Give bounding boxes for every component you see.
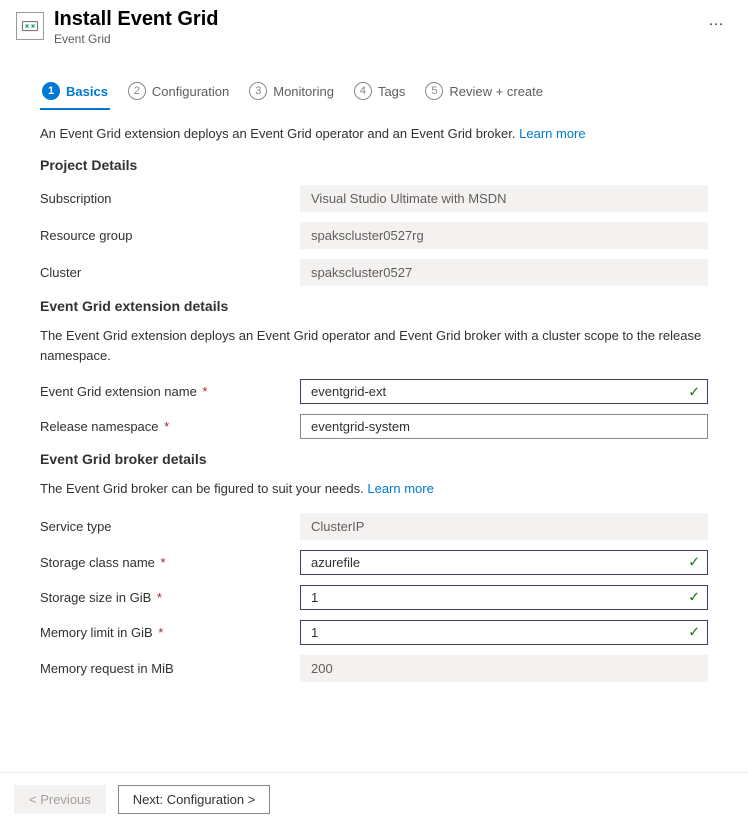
tab-tags[interactable]: 4 Tags	[352, 76, 407, 110]
broker-details-description: The Event Grid broker can be figured to …	[40, 479, 708, 499]
subscription-value: Visual Studio Ultimate with MSDN	[300, 185, 708, 212]
check-icon: ✓	[688, 589, 700, 606]
tab-label: Monitoring	[273, 84, 334, 99]
storage-class-row: Storage class name * ✓	[40, 550, 708, 575]
subscription-row: Subscription Visual Studio Ultimate with…	[40, 185, 708, 212]
memory-request-value: 200	[300, 655, 708, 682]
tab-monitoring[interactable]: 3 Monitoring	[247, 76, 336, 110]
project-details-heading: Project Details	[40, 157, 708, 173]
storage-class-label: Storage class name	[40, 555, 155, 570]
tab-basics[interactable]: 1 Basics	[40, 76, 110, 110]
page-subtitle: Event Grid	[54, 32, 690, 46]
release-namespace-input[interactable]	[300, 414, 708, 439]
storage-class-input[interactable]	[300, 550, 708, 575]
tab-label: Configuration	[152, 84, 229, 99]
step-number-icon: 1	[42, 82, 60, 100]
step-number-icon: 2	[128, 82, 146, 100]
subscription-label: Subscription	[40, 191, 300, 206]
page-title: Install Event Grid	[54, 8, 690, 31]
extension-details-description: The Event Grid extension deploys an Even…	[40, 326, 708, 365]
service-type-label: Service type	[40, 519, 300, 534]
required-indicator-icon: *	[153, 590, 162, 605]
wizard-content: An Event Grid extension deploys an Event…	[0, 110, 748, 772]
broker-details-heading: Event Grid broker details	[40, 451, 708, 467]
resource-group-label: Resource group	[40, 228, 300, 243]
required-indicator-icon: *	[155, 625, 164, 640]
page-header: Install Event Grid Event Grid …	[0, 0, 748, 54]
tab-label: Basics	[66, 84, 108, 99]
memory-request-label: Memory request in MiB	[40, 661, 300, 676]
service-type-row: Service type ClusterIP	[40, 513, 708, 540]
required-indicator-icon: *	[157, 555, 166, 570]
cluster-value: spakscluster0527	[300, 259, 708, 286]
extension-name-input[interactable]	[300, 379, 708, 404]
tab-label: Review + create	[449, 84, 543, 99]
learn-more-link[interactable]: Learn more	[367, 481, 433, 496]
event-grid-icon	[16, 12, 44, 40]
release-namespace-label: Release namespace	[40, 419, 159, 434]
resource-group-value: spakscluster0527rg	[300, 222, 708, 249]
extension-name-row: Event Grid extension name * ✓	[40, 379, 708, 404]
memory-limit-label: Memory limit in GiB	[40, 625, 153, 640]
next-button[interactable]: Next: Configuration >	[118, 785, 270, 814]
tab-review-create[interactable]: 5 Review + create	[423, 76, 545, 110]
extension-details-heading: Event Grid extension details	[40, 298, 708, 314]
check-icon: ✓	[688, 383, 700, 400]
step-number-icon: 5	[425, 82, 443, 100]
check-icon: ✓	[688, 554, 700, 571]
check-icon: ✓	[688, 624, 700, 641]
required-indicator-icon: *	[199, 384, 208, 399]
previous-button[interactable]: < Previous	[14, 785, 106, 814]
extension-name-label: Event Grid extension name	[40, 384, 197, 399]
cluster-row: Cluster spakscluster0527	[40, 259, 708, 286]
intro-description: An Event Grid extension deploys an Event…	[40, 126, 708, 141]
tab-label: Tags	[378, 84, 405, 99]
step-number-icon: 3	[249, 82, 267, 100]
memory-limit-row: Memory limit in GiB * ✓	[40, 620, 708, 645]
storage-size-row: Storage size in GiB * ✓	[40, 585, 708, 610]
memory-limit-input[interactable]	[300, 620, 708, 645]
step-number-icon: 4	[354, 82, 372, 100]
learn-more-link[interactable]: Learn more	[519, 126, 585, 141]
release-namespace-row: Release namespace *	[40, 414, 708, 439]
storage-size-input[interactable]	[300, 585, 708, 610]
service-type-value: ClusterIP	[300, 513, 708, 540]
memory-request-row: Memory request in MiB 200	[40, 655, 708, 682]
more-actions-button[interactable]: …	[700, 8, 732, 34]
tab-configuration[interactable]: 2 Configuration	[126, 76, 231, 110]
required-indicator-icon: *	[161, 419, 170, 434]
wizard-footer: < Previous Next: Configuration >	[0, 772, 748, 826]
resource-group-row: Resource group spakscluster0527rg	[40, 222, 708, 249]
wizard-tabs: 1 Basics 2 Configuration 3 Monitoring 4 …	[0, 76, 748, 110]
cluster-label: Cluster	[40, 265, 300, 280]
storage-size-label: Storage size in GiB	[40, 590, 151, 605]
